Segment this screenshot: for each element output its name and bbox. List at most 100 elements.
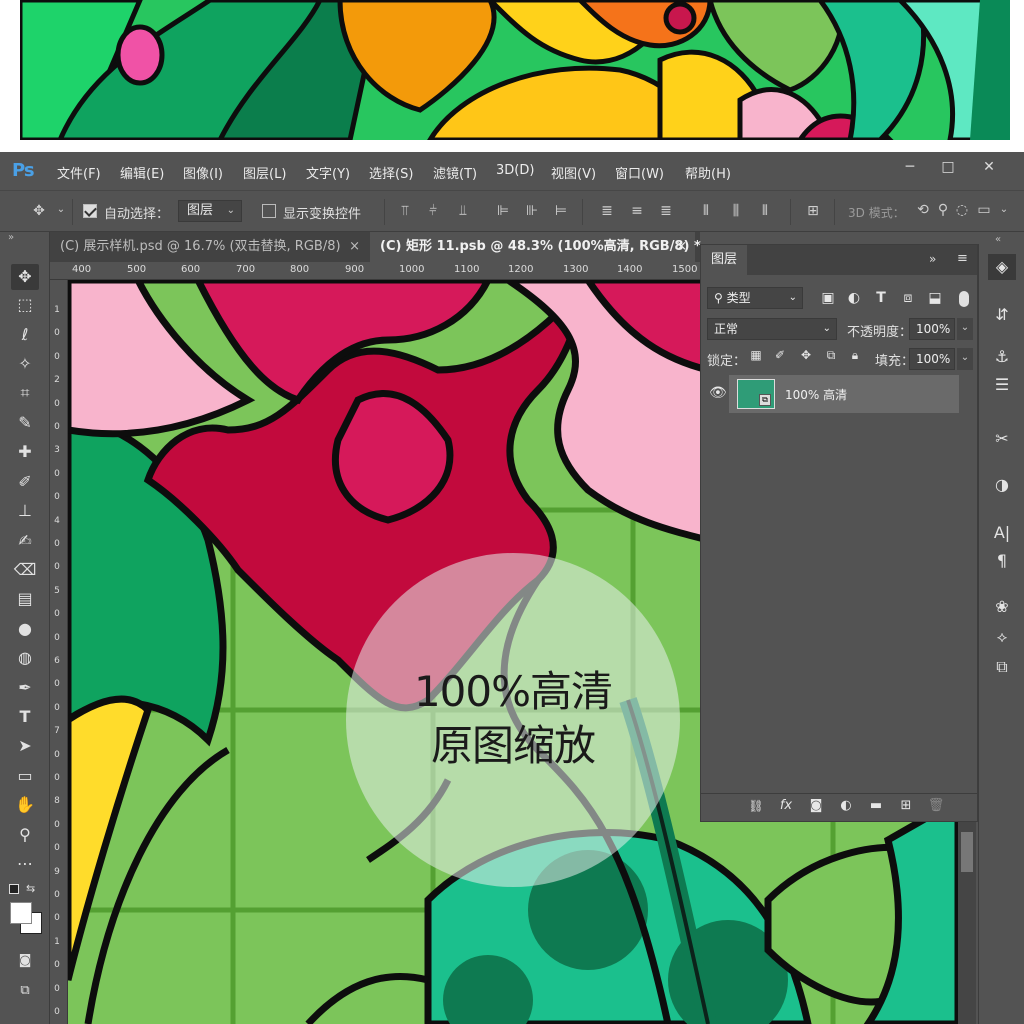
opacity-input[interactable]: 100% [909, 318, 955, 340]
distribute-top-icon[interactable]: ≣ [598, 203, 616, 219]
screen-mode-toggle-icon[interactable]: ⧉ [11, 978, 39, 1004]
tab-mockup[interactable]: (C) 展示样机.psd @ 16.7% (双击替换, RGB/8) × [50, 232, 368, 262]
adjust-settings-icon[interactable]: ☰ [988, 372, 1016, 398]
swap-colors-icon[interactable]: ⇆ [26, 882, 35, 895]
hand-icon[interactable]: ✋ [11, 792, 39, 818]
workspace-icon[interactable]: ◌ [953, 202, 971, 218]
crop-icon[interactable]: ⌗ [11, 380, 39, 406]
filter-pixel-icon[interactable]: ▣ [819, 290, 837, 306]
distribute-hcenter-icon[interactable]: ⫼ [727, 203, 745, 219]
brushes-icon[interactable]: ⚓︎ [988, 344, 1016, 370]
menu-3d[interactable]: 3D(D) [496, 163, 534, 178]
dodge-icon[interactable]: ◍ [11, 645, 39, 671]
menu-edit[interactable]: 编辑(E) [120, 163, 164, 182]
lock-transparent-icon[interactable]: ▦ [747, 348, 765, 362]
align-top-icon[interactable]: ⫪ [396, 203, 414, 219]
stamp-icon[interactable]: ⊥ [11, 498, 39, 524]
eye-icon[interactable]: 👁︎ [709, 385, 727, 401]
auto-select-checkbox[interactable] [83, 204, 97, 218]
menu-type[interactable]: 文字(Y) [306, 163, 350, 182]
expand-panel-icon[interactable]: » [929, 252, 936, 266]
pen-icon[interactable]: ✒ [11, 675, 39, 701]
auto-select-dropdown[interactable]: 图层 ⌄ [178, 200, 242, 222]
filter-toggle[interactable] [959, 291, 969, 307]
tools-cut-icon[interactable]: ✂ [988, 426, 1016, 452]
scrollbar-thumb[interactable] [961, 832, 973, 872]
align-left-icon[interactable]: ⊫ [494, 203, 512, 219]
layers-panel-title[interactable]: 图层 [701, 245, 747, 275]
menu-select[interactable]: 选择(S) [369, 163, 413, 182]
screen-mode-icon[interactable]: ▭ [975, 202, 993, 218]
tab-rectangle[interactable]: (C) 矩形 11.psb @ 48.3% (100%高清, RGB/8) * … [370, 232, 701, 262]
filter-adjustment-icon[interactable]: ◐ [845, 290, 863, 306]
distribute-right-icon[interactable]: ⫴ [756, 203, 774, 219]
menu-layer[interactable]: 图层(L) [243, 163, 286, 182]
trash-icon[interactable]: 🗑︎ [927, 798, 945, 813]
blur-icon[interactable]: ● [11, 616, 39, 642]
adjustment-icon[interactable]: ◐ [837, 798, 855, 813]
layers-icon[interactable]: ◈ [988, 254, 1016, 280]
chevron-down-icon[interactable]: ⌄ [957, 318, 973, 340]
distribute-left-icon[interactable]: ⫴ [697, 203, 715, 219]
close-button[interactable]: ✕ [972, 156, 1006, 178]
search-icon[interactable]: ⚲ [934, 202, 952, 218]
collapse-icon[interactable]: « [995, 234, 1001, 245]
move-icon[interactable]: ✥ [11, 264, 39, 290]
menu-window[interactable]: 窗口(W) [615, 163, 664, 182]
rectangle-icon[interactable]: ▭ [11, 763, 39, 789]
lock-artboard-icon[interactable]: ⧉ [822, 348, 840, 363]
healing-icon[interactable]: ✚ [11, 439, 39, 465]
paragraph-icon[interactable]: ¶ [988, 548, 1016, 574]
lock-position-icon[interactable]: ✥ [797, 348, 815, 362]
path-select-icon[interactable]: ➤ [11, 733, 39, 759]
minimize-button[interactable]: ─ [893, 156, 927, 178]
history-brush-icon[interactable]: ✍ [11, 528, 39, 554]
auto-align-icon[interactable]: ⊞ [804, 203, 822, 219]
distribute-vcenter-icon[interactable]: ≡ [628, 203, 646, 219]
filter-shape-icon[interactable]: ⧈ [899, 290, 917, 306]
align-right-icon[interactable]: ⊨ [552, 203, 570, 219]
brush-icon[interactable]: ✐ [11, 469, 39, 495]
type-icon[interactable]: T [11, 704, 39, 730]
layer-row[interactable]: ⧉ 100% 高清 [729, 375, 959, 413]
menu-file[interactable]: 文件(F) [57, 163, 101, 182]
align-vcenter-icon[interactable]: ⫩ [424, 203, 442, 219]
vertical-scrollbar[interactable] [958, 822, 976, 1024]
show-transform-checkbox[interactable] [262, 204, 276, 218]
chevron-down-icon[interactable]: ⌄ [52, 204, 70, 215]
panel-menu-icon[interactable]: ≡ [957, 251, 968, 266]
align-hcenter-icon[interactable]: ⊪ [523, 203, 541, 219]
color-swatches-icon[interactable]: ❀ [988, 594, 1016, 620]
filter-smart-object-icon[interactable]: ⬓ [926, 290, 944, 306]
filter-type-icon[interactable]: T [872, 290, 890, 306]
menu-view[interactable]: 视图(V) [551, 163, 596, 182]
lock-all-icon[interactable]: 🔒︎ [846, 348, 864, 363]
mask-icon[interactable]: ◙ [807, 798, 825, 813]
align-bottom-icon[interactable]: ⫫ [454, 203, 472, 219]
lock-image-icon[interactable]: ✐ [771, 348, 789, 362]
marquee-icon[interactable]: ⬚ [11, 292, 39, 318]
maximize-button[interactable]: □ [931, 156, 965, 178]
fx-icon[interactable]: fx [777, 798, 795, 813]
chevron-down-icon[interactable]: ⌄ [995, 204, 1013, 215]
gradient-icon[interactable]: ▤ [11, 586, 39, 612]
menu-image[interactable]: 图像(I) [183, 163, 223, 182]
layer-filter-dropdown[interactable]: ⚲ 类型 ⌄ [707, 287, 803, 309]
paths-icon[interactable]: ⟡ [988, 624, 1016, 650]
eraser-icon[interactable]: ⌫ [11, 557, 39, 583]
magic-wand-icon[interactable]: ✧ [11, 351, 39, 377]
new-layer-icon[interactable]: ⊞ [897, 798, 915, 813]
folder-icon[interactable]: ▬ [867, 798, 885, 813]
move-tool-preset-icon[interactable]: ✥ [30, 203, 48, 219]
blend-mode-dropdown[interactable]: 正常 ⌄ [707, 318, 837, 340]
close-icon[interactable]: × [349, 232, 360, 262]
distribute-bottom-icon[interactable]: ≣ [657, 203, 675, 219]
character-icon[interactable]: A| [988, 520, 1016, 546]
color-adjust-icon[interactable]: ◑ [988, 472, 1016, 498]
more-icon[interactable]: ⋯ [11, 851, 39, 877]
channels-icon[interactable]: ⇵ [988, 302, 1016, 328]
link-icon[interactable]: ⛓︎ [747, 799, 765, 813]
lasso-icon[interactable]: ℓ [11, 322, 39, 348]
default-colors-icon[interactable] [9, 884, 19, 894]
zoom-icon[interactable]: ⚲ [11, 822, 39, 848]
